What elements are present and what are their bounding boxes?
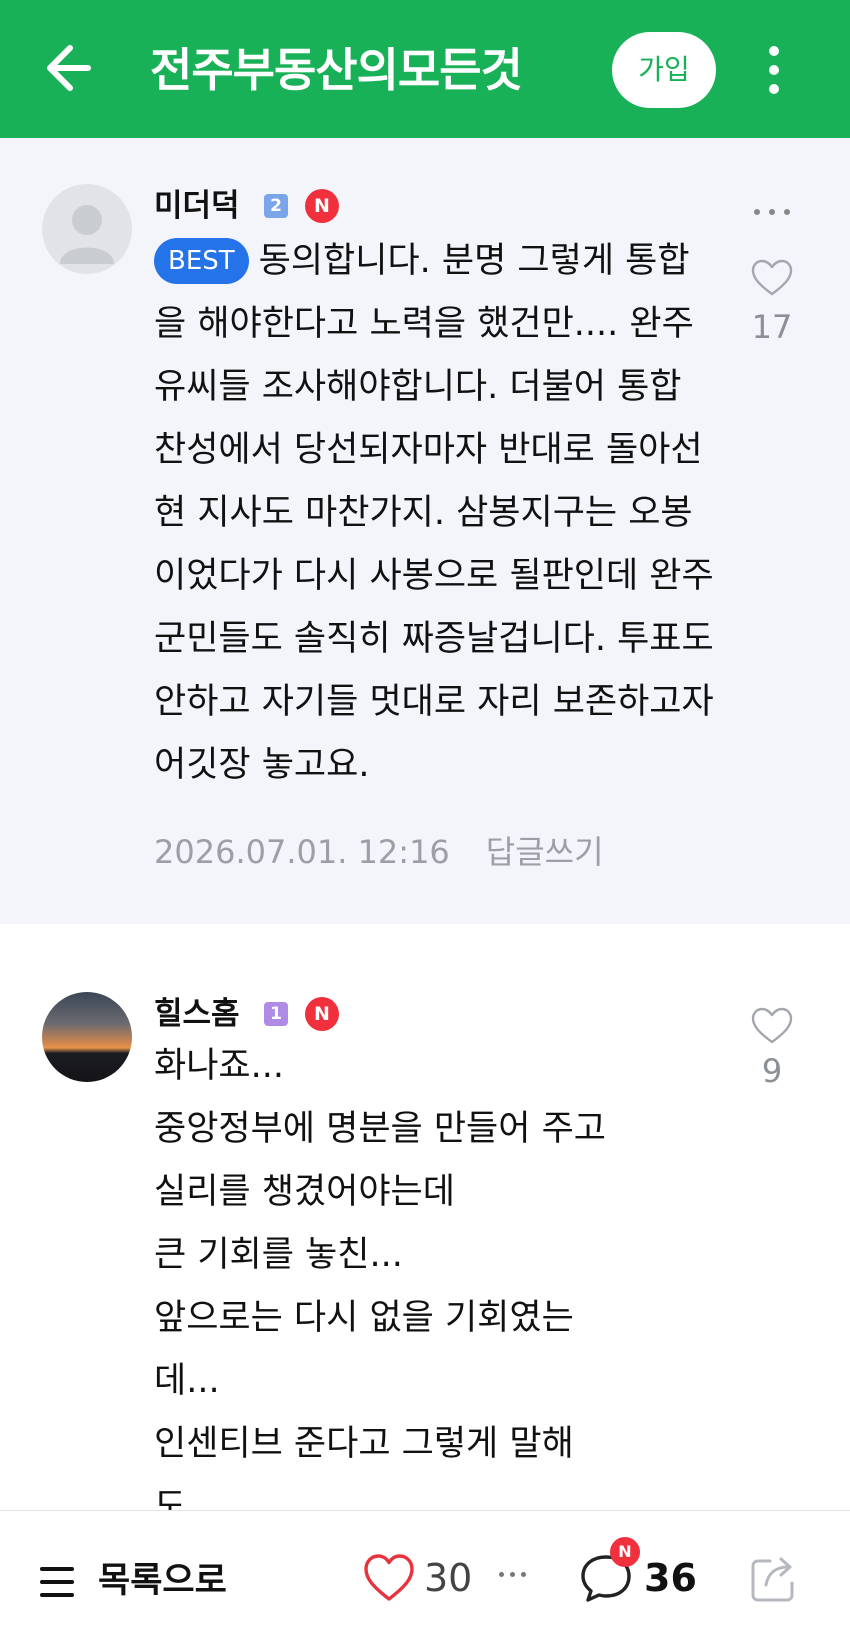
list-icon [40, 1567, 76, 1597]
comment-line: 인센티브 준다고 그렇게 말해 [154, 1424, 574, 1464]
level-badge: 1 [264, 1002, 288, 1026]
comment-count: 36 [644, 1556, 697, 1600]
level-badge: 2 [264, 194, 288, 218]
back-button[interactable] [40, 36, 100, 100]
cafe-title: 전주부동산의모든것 [150, 43, 523, 97]
comment-line: 앞으로는 다시 없을 기회였는 [154, 1298, 574, 1338]
comment-line: 실리를 챙겼어야는데 [154, 1172, 455, 1212]
comment-date: 2026.07.01. 12:16 [154, 833, 450, 871]
arrow-left-icon [47, 45, 91, 91]
like-count: 30 [424, 1556, 473, 1600]
avatar[interactable] [42, 992, 132, 1082]
new-badge: N [305, 997, 339, 1031]
comment-body: 화나죠... 중앙정부에 명분을 만들어 주고 실리를 챙겼어야는데 큰 기회를… [154, 1035, 714, 1510]
more-vertical-icon[interactable] [756, 40, 792, 100]
comment-more-icon[interactable] [752, 202, 792, 222]
share-icon[interactable] [748, 1551, 802, 1605]
comment-meta: 2026.07.01. 12:16 답글쓰기 [154, 832, 604, 872]
comment-line: 도... [154, 1487, 220, 1510]
new-badge: N [305, 189, 339, 223]
comment-line: 큰 기회를 놓친... [154, 1235, 403, 1275]
more-horizontal-icon[interactable] [496, 1559, 530, 1589]
comment-body: BEST 동의합니다. 분명 그렇게 통합을 해야한다고 노력을 했건만.... … [154, 230, 714, 828]
reply-button[interactable]: 답글쓰기 [486, 833, 604, 871]
list-label: 목록으로 [98, 1561, 227, 1601]
app-header: 전주부동산의모든것 가입 [0, 0, 850, 138]
like-count: 9 [761, 1052, 783, 1090]
best-badge: BEST [154, 238, 249, 284]
comment-line: 중앙정부에 명분을 만들어 주고 [154, 1109, 606, 1149]
avatar[interactable] [42, 184, 132, 274]
like-count: 17 [751, 308, 793, 346]
heart-icon[interactable] [750, 258, 794, 298]
comment-author[interactable]: 미더덕 [154, 186, 240, 226]
bottom-bar: 목록으로 30 N 36 [0, 1510, 850, 1650]
comment-author[interactable]: 힐스홈 [154, 994, 240, 1034]
heart-icon[interactable] [362, 1551, 416, 1605]
heart-icon[interactable] [750, 1006, 794, 1046]
comment-line: 데... [154, 1361, 220, 1401]
best-comment: 미더덕 2 N 17 BEST 동의합니다. 분명 그렇게 통합을 해야한다고 노… [0, 138, 850, 924]
comment: 힐스홈 1 N 9 화나죠... 중앙정부에 명분을 만들어 주고 실리를 챙겼… [0, 924, 850, 1510]
default-profile-icon [60, 205, 114, 264]
new-badge: N [610, 1537, 640, 1567]
join-button[interactable]: 가입 [612, 32, 716, 108]
comment-text: 동의합니다. 분명 그렇게 통합을 해야한다고 노력을 했건만.... 완주 유… [154, 241, 714, 785]
comment-line: 화나죠... [154, 1046, 284, 1086]
